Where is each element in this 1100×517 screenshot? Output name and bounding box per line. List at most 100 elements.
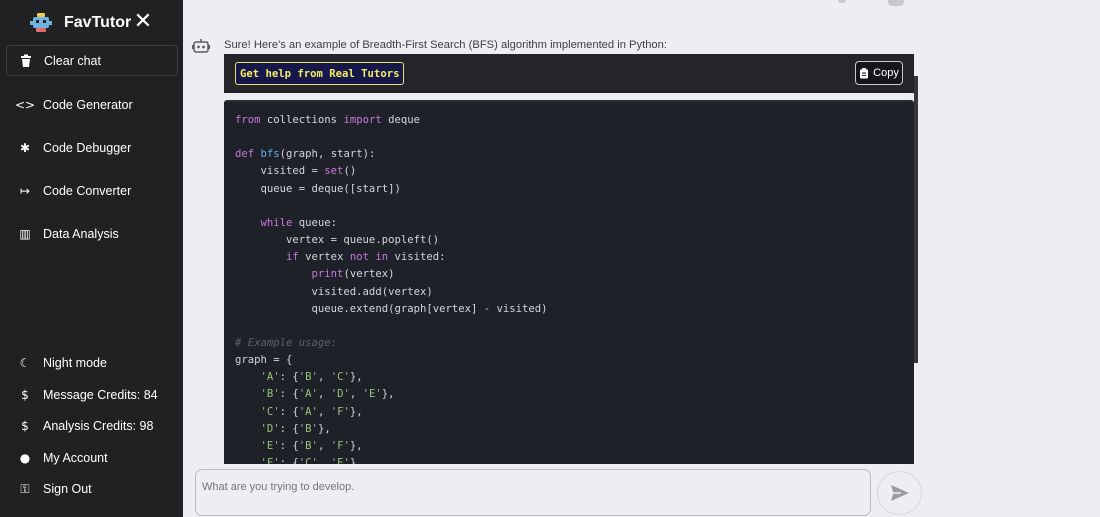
send-icon [890, 485, 909, 501]
code-header: Get help from Real Tutors Copy [224, 54, 914, 93]
code-token: bfs [260, 148, 280, 161]
copy-button[interactable]: Copy [855, 61, 903, 85]
code-token: 'B' [260, 388, 280, 401]
trash-icon [21, 54, 31, 67]
chart-icon: ▥ [19, 227, 31, 241]
code-line: while queue: [235, 215, 338, 232]
code-token: : { [279, 388, 299, 401]
code-token: while [260, 216, 293, 229]
code-line: 'B': {'A', 'D', 'E'}, [235, 386, 395, 403]
code-token: 'E' [362, 388, 382, 401]
code-token: 'A' [298, 388, 318, 401]
code-token: 'D' [260, 422, 280, 435]
code-token: () [343, 165, 357, 178]
get-help-button[interactable]: Get help from Real Tutors [235, 62, 405, 85]
sidebar-item-label: Data Analysis [43, 227, 119, 241]
sidebar-item-label: Analysis Credits: 98 [43, 419, 154, 433]
code-line: visited.add(vertex) [235, 284, 433, 301]
code-token: vertex = queue.popleft() [235, 234, 440, 247]
code-token: , [349, 388, 363, 401]
sidebar-item-label: Code Debugger [43, 141, 132, 155]
code-line: vertex = queue.popleft() [235, 232, 439, 249]
clipboard-icon [860, 67, 869, 78]
code-token: : { [279, 422, 299, 435]
code-token: 'C' [298, 457, 318, 464]
code-token: 'B' [298, 371, 318, 384]
code-line: def bfs(graph, start): [235, 146, 375, 163]
sidebar-item-label: Night mode [43, 356, 107, 370]
code-line: 'D': {'B'}, [235, 421, 331, 438]
close-sidebar-button[interactable]: ✕ [133, 10, 153, 32]
sidebar-item-message-credits[interactable]: $ Message Credits: 84 [0, 382, 183, 408]
sidebar-item-code-converter[interactable]: ↦ Code Converter [0, 178, 183, 204]
sidebar-item-code-generator[interactable]: <> Code Generator [0, 92, 183, 118]
code-line: # Example usage: [235, 335, 337, 352]
code-token: import [343, 114, 382, 126]
dollar-icon: $ [21, 419, 29, 433]
sidebar-item-sign-out[interactable]: ⚿ Sign Out [0, 476, 183, 502]
code-token: vertex [298, 251, 350, 264]
code-token: 'B' [298, 422, 318, 435]
sidebar-item-code-debugger[interactable]: ✱ Code Debugger [0, 135, 183, 161]
code-token: visited = [235, 165, 325, 178]
close-icon: ✕ [133, 8, 153, 33]
code-line: if vertex not in visited: [235, 249, 446, 266]
code-line: from collections import deque [235, 112, 420, 129]
code-token: : { [279, 457, 299, 464]
code-scroll-edge [914, 76, 918, 363]
sidebar-item-label: Code Generator [43, 98, 133, 112]
code-token: , [317, 457, 331, 464]
code-line: 'A': {'B', 'C'}, [235, 369, 363, 386]
code-token: graph = { [235, 354, 293, 367]
code-token: : { [279, 371, 299, 384]
code-token: 'E' [330, 457, 350, 464]
code-line: 'E': {'B', 'F'}, [235, 438, 363, 455]
sidebar-item-data-analysis[interactable]: ▥ Data Analysis [0, 221, 183, 247]
chat-input[interactable] [195, 469, 871, 516]
sidebar-item-analysis-credits[interactable]: $ Analysis Credits: 98 [0, 413, 183, 439]
brand: FavTutor [30, 9, 131, 37]
bot-avatar-icon [192, 39, 210, 53]
code-token: if [286, 251, 299, 264]
code-token: 'F' [330, 439, 350, 452]
sidebar-item-label: Message Credits: 84 [43, 388, 158, 402]
code-token: 'D' [330, 388, 350, 401]
clear-chat-label: Clear chat [44, 53, 101, 68]
favtutor-logo-icon [30, 13, 52, 32]
code-token: visited: [388, 251, 446, 264]
code-token: queue = deque([start]) [235, 182, 401, 195]
code-token: visited.add(vertex) [235, 285, 433, 298]
sidebar-item-label: Sign Out [43, 482, 92, 496]
dollar-icon: $ [21, 388, 29, 402]
code-token: 'C' [330, 371, 350, 384]
code-token: 'A' [260, 371, 280, 384]
code-token: queue.extend(graph[vertex] - visited) [235, 302, 548, 315]
sidebar-item-my-account[interactable]: ● My Account [0, 445, 183, 471]
arrow-right-icon: ↦ [19, 184, 31, 198]
user-icon: ● [19, 451, 31, 465]
topbar-avatar-fragment [888, 0, 904, 6]
code-line: print(vertex) [235, 266, 395, 283]
code-token: 'F' [330, 405, 350, 418]
code-token: 'C' [260, 405, 280, 418]
sidebar-item-label: My Account [43, 451, 108, 465]
code-token: }, [349, 405, 363, 418]
bug-icon: ✱ [19, 141, 31, 155]
topbar-fragment [838, 0, 846, 3]
code-line: queue.extend(graph[vertex] - visited) [235, 301, 548, 318]
code-token: }, [349, 371, 363, 384]
code-token: print [311, 268, 344, 281]
code-token: , [317, 388, 331, 401]
code-token: (vertex) [343, 268, 395, 281]
sidebar-item-label: Code Converter [43, 184, 132, 198]
code-token: }, [317, 422, 331, 435]
sidebar-item-night-mode[interactable]: ☾ Night mode [0, 350, 183, 376]
code-token: (graph, start): [279, 148, 376, 161]
clear-chat-button[interactable]: Clear chat [6, 45, 178, 76]
send-button[interactable] [877, 471, 922, 515]
code-token: from [235, 114, 261, 126]
